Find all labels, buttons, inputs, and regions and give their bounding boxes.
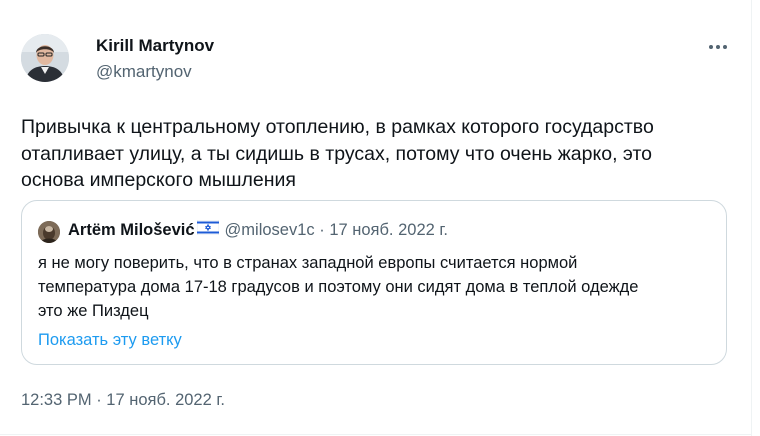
israel-flag-icon bbox=[196, 219, 219, 240]
tweet-timestamp[interactable]: 12:33 PM · 17 нояб. 2022 г. bbox=[21, 391, 225, 410]
quote-author-avatar[interactable] bbox=[38, 221, 60, 243]
divider-right bbox=[751, 0, 752, 436]
author-name[interactable]: Kirill Martynov bbox=[96, 36, 214, 56]
divider-bottom bbox=[0, 434, 752, 435]
more-horizontal-icon bbox=[709, 45, 727, 49]
show-thread-link[interactable]: Показать эту ветку bbox=[38, 331, 182, 350]
quote-author-name[interactable]: Artëm Milošević bbox=[68, 221, 195, 240]
author-avatar[interactable] bbox=[21, 34, 69, 82]
more-button[interactable] bbox=[703, 34, 733, 60]
quoted-tweet-card[interactable]: Artëm Milošević @milosev1c · 17 нояб. 20… bbox=[21, 200, 727, 365]
author-handle[interactable]: @kmartynov bbox=[96, 62, 192, 82]
quote-header: Artëm Milošević @milosev1c · 17 нояб. 20… bbox=[68, 219, 448, 240]
quote-handle-date: @milosev1c · 17 нояб. 2022 г. bbox=[224, 220, 448, 239]
quote-text: я не могу поверить, что в странах западн… bbox=[38, 254, 639, 320]
tweet-text: Привычка к центральному отоплению, в рам… bbox=[21, 116, 654, 191]
